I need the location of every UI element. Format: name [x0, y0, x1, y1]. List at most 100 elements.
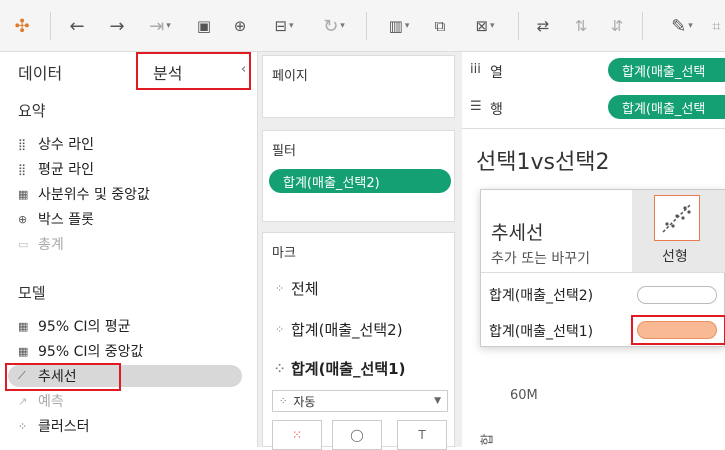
toolbar: ✣ ← → ⇥ ▾ ▣ ⊕ ⊟ ▾ ↻ ▾ ▥ ▾ ⧉ ⊠ ▾ ⇄ ⇅ ⇵ ✎ ▾ ⌗: [0, 0, 725, 52]
reference-line-icon: ⣿: [18, 162, 27, 176]
summary-item-box-plot[interactable]: ⊕ 박스 플롯: [18, 208, 248, 230]
highlight-icon[interactable]: ✎ ▾: [660, 10, 704, 42]
trend-line-highlight: [5, 363, 121, 391]
popover-row-sum2: 합계(매출_선택2): [489, 288, 594, 304]
clear-sheet-icon[interactable]: ⊠ ▾: [464, 10, 506, 42]
columns-label: 열: [490, 65, 503, 81]
collapse-pane-icon[interactable]: ‹: [241, 62, 246, 77]
tab-data[interactable]: 데이터: [18, 60, 62, 84]
model-item-ci-median[interactable]: ▦ 95% CI의 중앙값: [18, 340, 248, 362]
item-label: 95% CI의 중앙값: [38, 344, 144, 360]
section-model: 모델: [18, 284, 46, 302]
columns-shelf[interactable]: iii 열 합계(매출_선택: [462, 52, 725, 92]
summary-item-quartiles[interactable]: ▦ 사분위수 및 중앙값: [18, 183, 248, 205]
pages-card[interactable]: 페이지: [262, 55, 455, 118]
toolbar-divider: [642, 12, 643, 40]
summary-item-totals: ▭ 총계: [18, 233, 248, 255]
toolbar-divider: [518, 12, 519, 40]
trend-line-popover: 추세선 추가 또는 바꾸기 선형 합계(매출_선택2) 합계(매출_선택1): [480, 189, 725, 347]
marks-row-sum2[interactable]: ⁘ 합계(매출_선택2): [263, 312, 456, 346]
new-worksheet-icon[interactable]: ▥ ▾: [378, 10, 420, 42]
toolbar-divider: [366, 12, 367, 40]
item-label: 평균 라인: [38, 162, 94, 178]
columns-icon: iii: [470, 62, 481, 77]
sort-ascending-icon[interactable]: ⇅: [568, 10, 594, 42]
summary-item-average-line[interactable]: ⣿ 평균 라인: [18, 158, 248, 180]
cards-area: 페이지 필터 합계(매출_선택2) 마크 ⁘ 전체 ⁘ 합계(매출_선택2) ⁘…: [258, 52, 462, 450]
refresh-icon[interactable]: ↻ ▾: [314, 10, 354, 42]
mark-type-dropdown[interactable]: ⁘ 자동 ▼: [272, 390, 448, 412]
tableau-logo-icon[interactable]: ✣: [10, 10, 34, 42]
distribution-band-icon: ▦: [18, 344, 29, 358]
mark-type-value: 자동: [293, 394, 316, 409]
cluster-icon: ⁘: [18, 419, 28, 433]
model-item-ci-mean[interactable]: ▦ 95% CI의 평균: [18, 315, 248, 337]
y-axis-tick: 60M: [510, 388, 538, 403]
toolbar-divider: [50, 12, 51, 40]
marks-row-sum1[interactable]: ⁘ 합계(매출_선택1): [263, 351, 456, 385]
item-label: 사분위수 및 중앙값: [38, 187, 150, 203]
duplicate-sheet-icon[interactable]: ⧉: [428, 10, 452, 42]
filters-card-title: 필터: [272, 144, 296, 159]
drop-target-sum2[interactable]: [637, 286, 717, 304]
model-item-cluster[interactable]: ⁘ 클러스터: [18, 415, 248, 437]
rows-label: 행: [490, 102, 503, 118]
rows-icon: ☰: [470, 99, 482, 114]
chevron-down-icon: ▼: [434, 396, 441, 406]
viz-title: 선택1vs선택2: [476, 150, 610, 175]
y-axis-label: 합: [480, 433, 496, 446]
save-icon[interactable]: ▣: [192, 10, 216, 42]
new-datasource-icon[interactable]: ⊕: [228, 10, 252, 42]
redo-icon[interactable]: →: [104, 10, 130, 42]
rows-shelf[interactable]: ☰ 행 합계(매출_선택: [462, 89, 725, 129]
forecast-icon: ↗: [18, 394, 28, 408]
marks-card[interactable]: 마크 ⁘ 전체 ⁘ 합계(매출_선택2) ⁘ 합계(매출_선택1) ⁘ 자동 ▼…: [262, 232, 456, 450]
group-icon[interactable]: ⌗: [708, 10, 725, 42]
model-item-forecast: ↗ 예측: [18, 390, 248, 412]
item-label: 총계: [38, 237, 64, 253]
popover-row-sum1: 합계(매출_선택1): [489, 324, 594, 340]
mark-type-icon: ⁘: [279, 395, 288, 407]
item-label: 클러스터: [38, 419, 90, 435]
replay-icon[interactable]: ⇥ ▾: [140, 10, 180, 42]
drop-target-highlight: [631, 315, 725, 345]
popover-divider: [481, 272, 725, 273]
swap-axes-icon[interactable]: ⇄: [530, 10, 556, 42]
item-label: 95% CI의 평균: [38, 319, 131, 335]
filters-card[interactable]: 필터 합계(매출_선택2): [262, 130, 455, 222]
totals-icon: ▭: [18, 237, 29, 251]
rows-pill[interactable]: 합계(매출_선택: [608, 95, 725, 119]
popover-title: 추세선: [491, 222, 544, 244]
summary-item-constant-line[interactable]: ⣿ 상수 라인: [18, 133, 248, 155]
marks-row-label: 합계(매출_선택1): [291, 359, 406, 378]
analytics-pane: 데이터 분석 ‹ 요약 ⣿ 상수 라인 ⣿ 평균 라인 ▦ 사분위수 및 중앙값…: [0, 52, 258, 447]
marks-icon: ⁘: [275, 281, 285, 295]
size-mark-button[interactable]: ◯: [332, 420, 382, 450]
undo-icon[interactable]: ←: [64, 10, 90, 42]
linear-label: 선형: [662, 249, 688, 265]
pages-card-title: 페이지: [272, 69, 308, 84]
item-label: 박스 플롯: [38, 212, 94, 228]
sort-descending-icon[interactable]: ⇵: [604, 10, 630, 42]
columns-pill[interactable]: 합계(매출_선택: [608, 58, 725, 82]
popover-subtitle: 추가 또는 바꾸기: [491, 251, 591, 267]
label-mark-button[interactable]: T: [397, 420, 447, 450]
reference-line-icon: ⣿: [18, 137, 27, 151]
item-label: 예측: [38, 394, 64, 410]
box-plot-icon: ⊕: [18, 212, 28, 226]
item-label: 상수 라인: [38, 137, 94, 153]
section-summary: 요약: [18, 102, 46, 120]
distribution-band-icon: ▦: [18, 187, 29, 201]
marks-card-title: 마크: [272, 246, 296, 261]
linear-trend-column[interactable]: 선형: [632, 190, 725, 272]
marks-row-label: 전체: [291, 279, 319, 298]
pause-updates-icon[interactable]: ⊟ ▾: [264, 10, 304, 42]
marks-icon: ⁘: [275, 322, 285, 336]
analysis-tab-highlight: [136, 52, 251, 90]
filter-pill[interactable]: 합계(매출_선택2): [269, 169, 451, 193]
marks-icon: ⁘: [275, 361, 285, 375]
color-mark-button[interactable]: ⁙: [272, 420, 322, 450]
marks-row-label: 합계(매출_선택2): [291, 320, 403, 339]
marks-row-all[interactable]: ⁘ 전체: [263, 271, 456, 305]
linear-trend-icon[interactable]: [654, 195, 700, 241]
